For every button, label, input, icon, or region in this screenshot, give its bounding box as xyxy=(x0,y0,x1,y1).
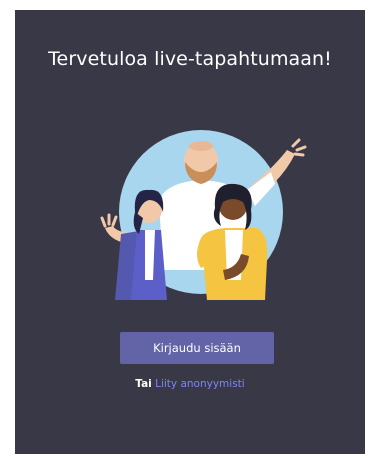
people-waving-illustration xyxy=(100,130,307,300)
page-title: Tervetuloa live-tapahtumaan! xyxy=(48,48,332,70)
sign-in-button[interactable]: Kirjaudu sisään xyxy=(120,332,274,364)
join-anonymously-link[interactable]: Liity anonyymisti xyxy=(155,378,245,390)
alt-prefix-text: Tai xyxy=(135,378,152,390)
anonymous-join-row: Tai Liity anonyymisti xyxy=(15,378,365,390)
welcome-panel: Tervetuloa live-tapahtumaan! Kirjaudu si… xyxy=(15,10,365,454)
